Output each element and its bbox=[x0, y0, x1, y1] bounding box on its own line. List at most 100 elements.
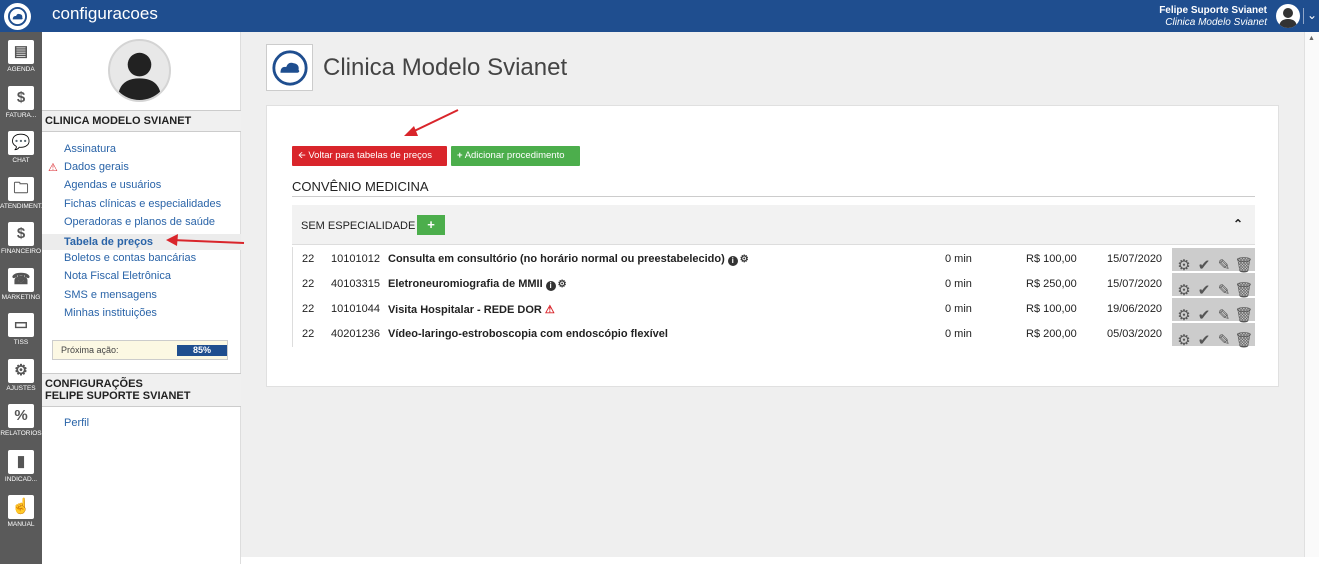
invoice-dollar-icon: $ bbox=[8, 85, 34, 110]
row-actions: ⚙ ✔ ✎ 🗑 bbox=[1172, 298, 1255, 324]
sidebar-item-operadoras-e-planos-de-saude[interactable]: Operadoras e planos de saúde bbox=[64, 216, 215, 228]
user-config-section-header: CONFIGURAÇÕES FELIPE SUPORTE SVIANET bbox=[42, 373, 241, 407]
procedure-name: Visita Hospitalar - REDE DOR ⚠ bbox=[388, 304, 555, 316]
price-table-card: 🡨 Voltar para tabelas de preços + Adicio… bbox=[266, 105, 1279, 387]
sidebar-item-label: Nota Fiscal Eletrônica bbox=[64, 270, 171, 283]
module-atendiment-button[interactable]: 🗀 ATENDIMENT... bbox=[0, 176, 42, 210]
add-button-label: Adicionar procedimento bbox=[464, 150, 565, 161]
sidebar-item-dados-gerais[interactable]: ⚠ Dados gerais bbox=[48, 161, 129, 174]
config-header-line1: CONFIGURAÇÕES bbox=[45, 378, 143, 390]
module-manual-button[interactable]: ☝ MANUAL bbox=[0, 495, 42, 528]
row-actions: ⚙ ✔ ✎ 🗑 bbox=[1172, 323, 1255, 349]
specialty-header[interactable]: SEM ESPECIALIDADE + ⌃ bbox=[292, 205, 1255, 245]
module-icon-bar: ▤ AGENDA $ FATURA... 💬 CHAT 🗀 ATENDIMENT... $ FIN… bbox=[0, 32, 42, 564]
trash-icon[interactable]: 🗑 bbox=[1234, 329, 1254, 352]
table-row[interactable]: 22 10101044 Visita Hospitalar - REDE DOR ⚠ 0… bbox=[293, 297, 1255, 324]
info-icon[interactable]: i bbox=[545, 281, 556, 291]
procedure-time: 0 min bbox=[945, 303, 972, 315]
chat-bubbles-icon: 💬 bbox=[8, 131, 34, 155]
sidebar-item-agendas-e-usuarios[interactable]: Agendas e usuários bbox=[64, 179, 161, 191]
plus-icon: + bbox=[457, 150, 463, 161]
page-title: Clinica Modelo Svianet bbox=[323, 54, 568, 81]
warning-icon: ⚠ bbox=[544, 304, 555, 316]
gear-icon[interactable]: ⚙ bbox=[1174, 329, 1194, 352]
touch-manual-icon: ☝ bbox=[8, 495, 34, 519]
sidebar-item-label: Assinatura bbox=[64, 143, 116, 155]
info-icon[interactable]: i bbox=[727, 256, 738, 266]
module-agenda-button[interactable]: ▤ AGENDA bbox=[0, 40, 42, 73]
calendar-icon: ▤ bbox=[8, 40, 34, 64]
annotation-arrow-icon bbox=[404, 109, 459, 136]
module-ajustes-button[interactable]: ⚙ AJUSTES bbox=[0, 358, 42, 392]
user-menu-chevron-down-icon[interactable]: ⌄ bbox=[1302, 8, 1317, 24]
user-avatar[interactable] bbox=[1276, 4, 1300, 28]
cogs-icon[interactable]: ⚙ bbox=[558, 279, 567, 290]
app-logo-icon[interactable] bbox=[4, 3, 31, 30]
sidebar-item-sms-e-mensagens[interactable]: SMS e mensagens bbox=[64, 289, 157, 301]
next-action-progress: 85% bbox=[177, 345, 227, 356]
specialty-label: SEM ESPECIALIDADE bbox=[301, 220, 416, 232]
procedure-code: 10101044 bbox=[331, 303, 380, 315]
pencil-icon[interactable]: ✎ bbox=[1214, 329, 1234, 352]
module-indicad-button[interactable]: ▮ INDICAD... bbox=[0, 449, 42, 483]
module-fatura-button[interactable]: $ FATURA... bbox=[0, 85, 42, 119]
table-row[interactable]: 22 40103315 Eletroneuromiografia de MMII i ⚙… bbox=[293, 272, 1255, 299]
sidebar-item-label: SMS e mensagens bbox=[64, 288, 157, 301]
sidebar-item-boletos-e-contas-bancarias[interactable]: Boletos e contas bancárias bbox=[64, 252, 196, 264]
procedure-name: Eletroneuromiografia de MMII i ⚙ bbox=[388, 278, 567, 291]
back-button-label: Voltar para tabelas de preços bbox=[308, 150, 432, 161]
scrollbar[interactable]: ▲ bbox=[1304, 32, 1319, 557]
arrow-left-icon: 🡨 bbox=[298, 150, 306, 161]
back-to-price-tables-button[interactable]: 🡨 Voltar para tabelas de preços bbox=[292, 146, 447, 166]
check-icon[interactable]: ✔ bbox=[1194, 329, 1214, 352]
procedure-code: 40201236 bbox=[331, 328, 380, 340]
procedure-date: 05/03/2020 bbox=[1107, 328, 1163, 340]
module-financeiro-button[interactable]: $ FINANCEIRO bbox=[0, 222, 42, 255]
card-icon: ▭ bbox=[8, 313, 34, 337]
module-tiss-button[interactable]: ▭ TISS bbox=[0, 313, 42, 346]
add-procedure-button[interactable]: + Adicionar procedimento bbox=[451, 146, 580, 166]
collapse-chevron-up-icon[interactable]: ⌃ bbox=[1233, 217, 1243, 231]
warning-icon: ⚠ bbox=[48, 162, 58, 175]
procedure-date: 15/07/2020 bbox=[1107, 253, 1163, 265]
cogs-icon[interactable]: ⚙ bbox=[740, 254, 749, 265]
module-label: MARKETING bbox=[1, 293, 41, 301]
procedure-code: 40103315 bbox=[331, 278, 380, 290]
procedure-name: Consulta em consultório (no horário norm… bbox=[388, 253, 749, 266]
config-header-line2: FELIPE SUPORTE SVIANET bbox=[45, 390, 191, 402]
sidebar-item-minhas-instituicoes[interactable]: Minhas instituições bbox=[64, 307, 157, 319]
next-action-box[interactable]: Próxima ação: 85% bbox=[52, 340, 228, 360]
row-actions: ⚙ ✔ ✎ 🗑 bbox=[1172, 273, 1255, 299]
dollar-document-icon: $ bbox=[8, 222, 34, 246]
top-bar: configuracoes Felipe Suporte Svianet Cli… bbox=[0, 0, 1319, 32]
table-row[interactable]: 22 40201236 Vídeo-laringo-estroboscopia co… bbox=[293, 322, 1255, 349]
procedure-time: 0 min bbox=[945, 278, 972, 290]
sidebar-item-label: Boletos e contas bancárias bbox=[64, 252, 197, 265]
user-name: Felipe Suporte Svianet bbox=[1159, 5, 1267, 16]
sidebar-item-perfil[interactable]: Perfil bbox=[64, 417, 89, 429]
sidebar-item-label: Minhas instituições bbox=[64, 306, 157, 319]
module-marketing-button[interactable]: ☎ MARKETING bbox=[0, 267, 42, 301]
gears-icon: ⚙ bbox=[8, 358, 34, 383]
procedure-qty: 22 bbox=[302, 328, 315, 340]
module-relatorios-button[interactable]: % RELATORIOS bbox=[0, 404, 42, 437]
sidebar-item-nota-fiscal-eletronica[interactable]: Nota Fiscal Eletrônica bbox=[64, 270, 171, 282]
sidebar-item-assinatura[interactable]: Assinatura bbox=[64, 143, 116, 155]
module-label: INDICAD... bbox=[4, 475, 38, 483]
settings-sidebar: CLINICA MODELO SVIANET Assinatura ⚠ Dados … bbox=[42, 32, 241, 564]
procedure-date: 19/06/2020 bbox=[1107, 303, 1163, 315]
procedure-time: 0 min bbox=[945, 253, 972, 265]
module-label: RELATORIOS bbox=[0, 430, 42, 437]
scroll-up-arrow-icon[interactable]: ▲ bbox=[1308, 35, 1315, 42]
row-actions: ⚙ ✔ ✎ 🗑 bbox=[1172, 248, 1255, 274]
module-chat-button[interactable]: 💬 CHAT bbox=[0, 131, 42, 164]
clinic-logo-icon bbox=[266, 44, 313, 91]
sidebar-item-label: Operadoras e planos de saúde bbox=[64, 215, 216, 228]
add-specialty-plus-button[interactable]: + bbox=[417, 215, 445, 235]
profile-photo-avatar bbox=[108, 39, 171, 102]
sidebar-item-fichas-clinicas-e-especialidades[interactable]: Fichas clínicas e especialidades bbox=[64, 198, 221, 210]
sidebar-item-label: Tabela de preços bbox=[64, 236, 154, 248]
table-row[interactable]: 22 10101012 Consulta em consultório (no ho… bbox=[293, 247, 1255, 274]
procedure-time: 0 min bbox=[945, 328, 972, 340]
module-label: FATURA... bbox=[5, 111, 37, 119]
